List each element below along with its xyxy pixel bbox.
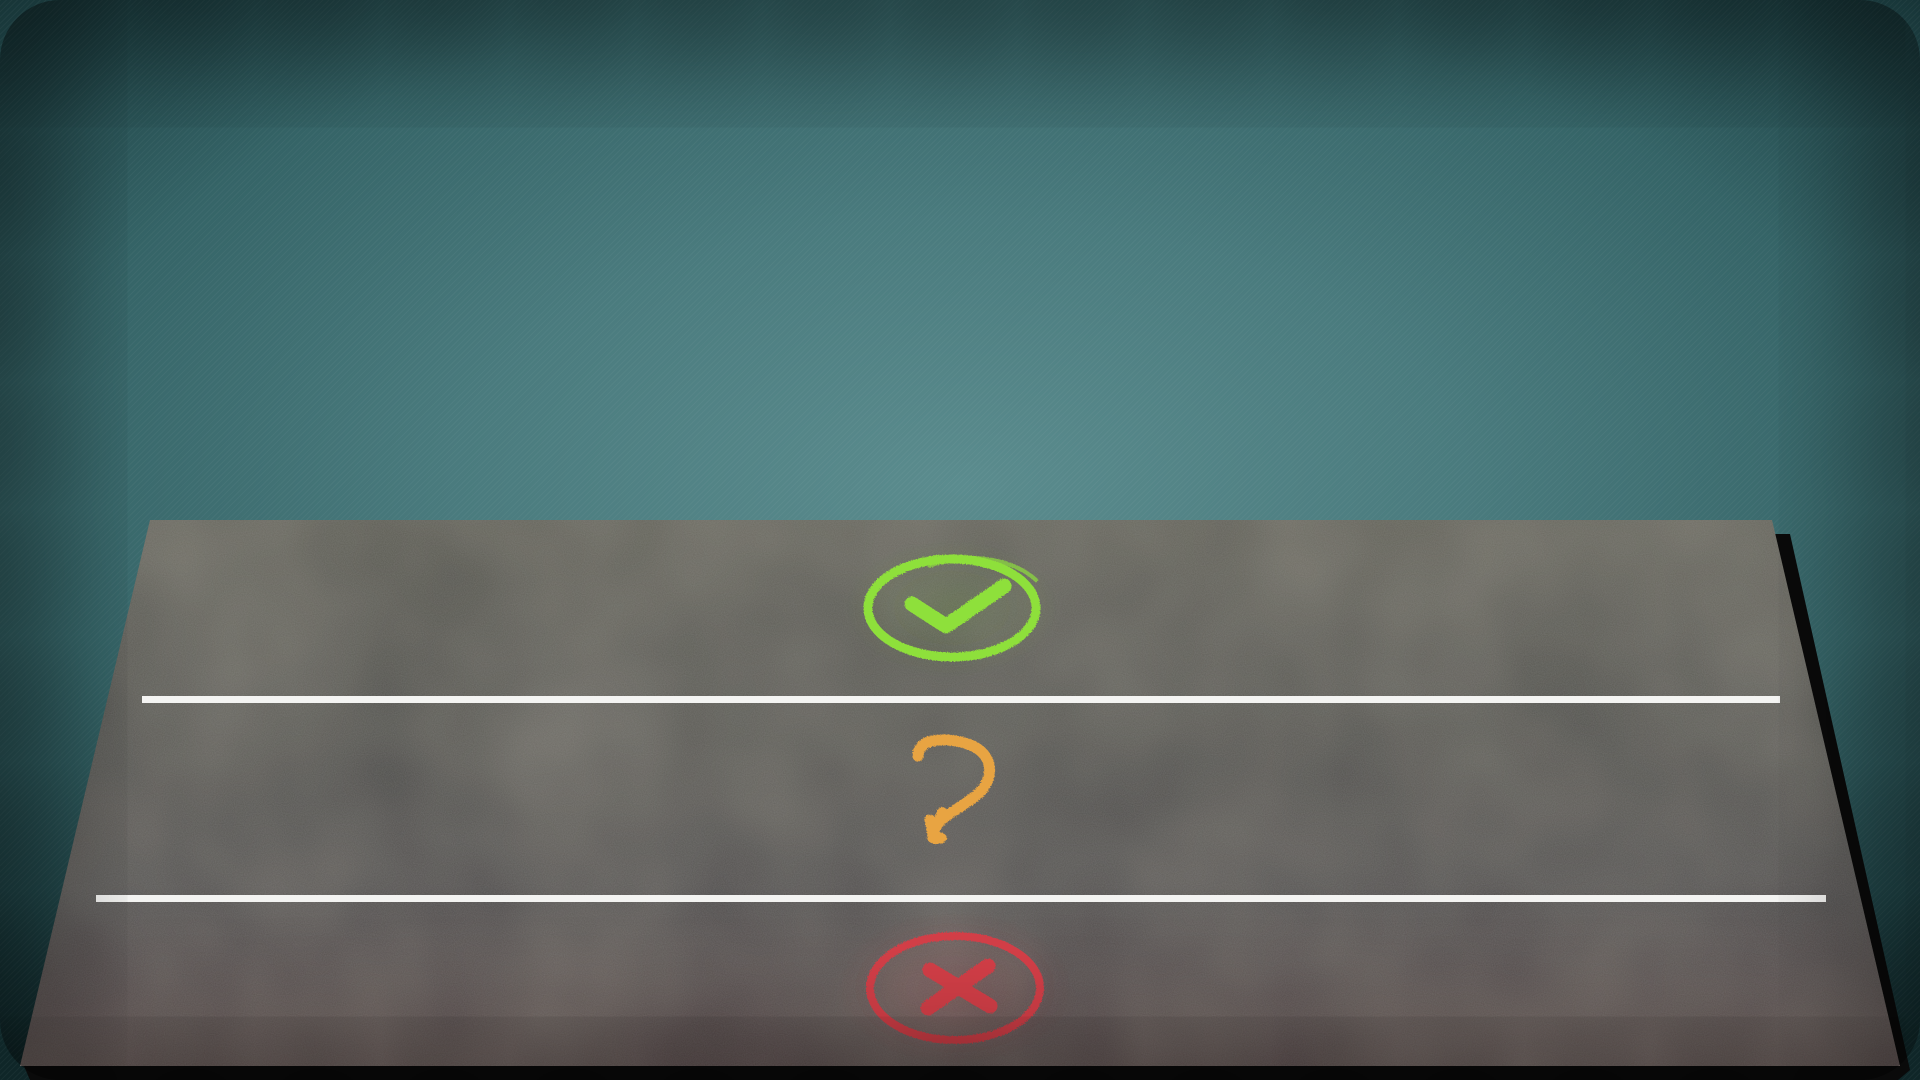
divider-line-bottom — [96, 895, 1826, 902]
voting-board — [20, 520, 1910, 1080]
x-circle-icon — [835, 910, 1075, 1066]
game-scene — [0, 0, 1920, 1080]
check-circle-icon — [842, 538, 1062, 678]
divider-line-top — [142, 696, 1780, 703]
